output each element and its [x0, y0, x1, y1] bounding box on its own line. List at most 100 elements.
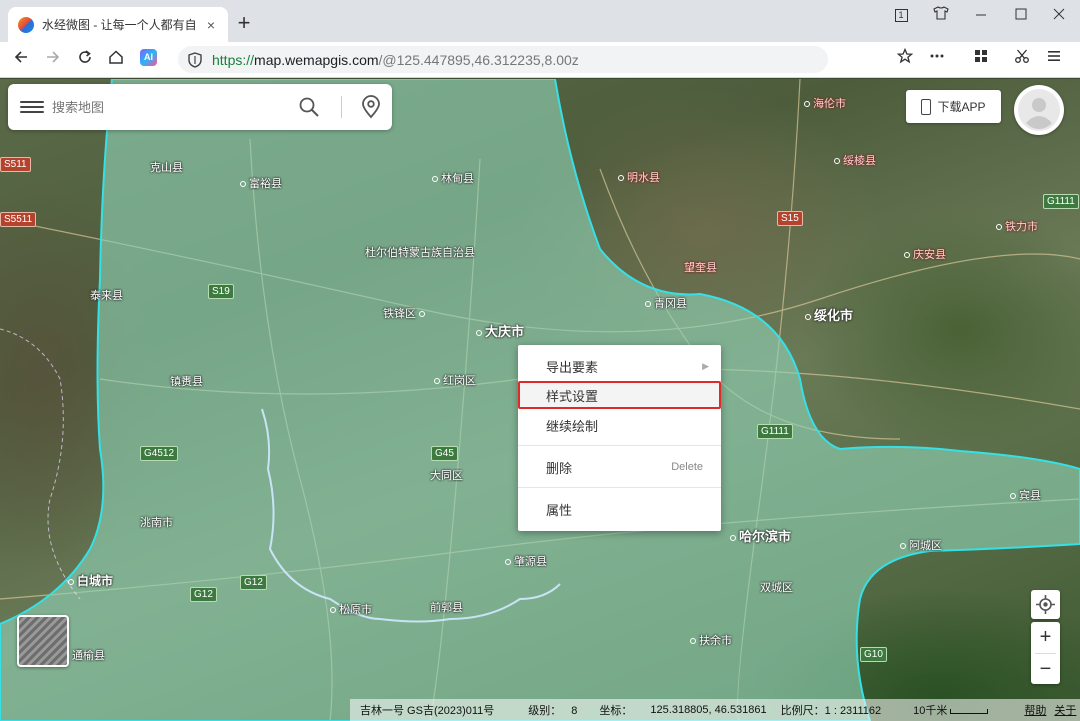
- submenu-arrow-icon: ▶: [702, 360, 709, 371]
- map-label-taonan[interactable]: 洮南市: [140, 514, 173, 530]
- menu-item-properties[interactable]: 属性: [518, 495, 721, 523]
- road-shield: S5511: [0, 212, 37, 227]
- more-horizontal-icon[interactable]: [925, 48, 949, 72]
- delete-shortcut: Delete: [671, 461, 703, 473]
- map-label-zhaoyuan[interactable]: 肇源县: [505, 553, 547, 569]
- road-shield: G1111: [1043, 194, 1079, 209]
- zoom-in-button[interactable]: +: [1031, 622, 1060, 653]
- map-label-fuyu-city[interactable]: 扶余市: [690, 632, 732, 648]
- map-label-dumeng[interactable]: 杜尔伯特蒙古族自治县: [365, 244, 475, 260]
- map-label-lindian[interactable]: 林甸县: [432, 170, 474, 186]
- zoom-out-button[interactable]: −: [1031, 654, 1060, 685]
- phone-icon: [921, 98, 932, 115]
- map-label-tongyu[interactable]: 通榆县: [72, 647, 105, 663]
- map-label-mingshui[interactable]: 明水县: [618, 169, 660, 185]
- zoom-level: 级别： 8: [528, 705, 578, 717]
- scale-ratio: 比例尺：1 : 2311162: [780, 705, 882, 717]
- search-input[interactable]: [52, 99, 282, 115]
- map-label-wangkui[interactable]: 望奎县: [684, 259, 717, 275]
- locate-button[interactable]: [1031, 590, 1060, 619]
- map-label-daqing[interactable]: 大庆市: [476, 321, 524, 340]
- apps-grid-icon[interactable]: [969, 48, 993, 72]
- map-label-acheng[interactable]: 阿城区: [900, 537, 942, 553]
- context-menu: 导出要素 ▶ 样式设置 继续绘制 删除 Delete 属性: [518, 345, 721, 531]
- road-shield: S15: [777, 211, 803, 226]
- road-shield: S19: [208, 284, 234, 299]
- home-icon[interactable]: [104, 48, 128, 72]
- road-shield: G12: [190, 587, 217, 602]
- new-tab-button[interactable]: +: [232, 12, 256, 34]
- map-label-zhenlai[interactable]: 镇赉县: [170, 373, 203, 389]
- map-label-baicheng[interactable]: 白城市: [68, 572, 113, 589]
- search-divider: [341, 96, 342, 118]
- zoom-control: + −: [1031, 622, 1060, 684]
- scale-bar: 10千米: [903, 702, 989, 718]
- tshirt-icon[interactable]: [929, 4, 953, 26]
- map-label-qianguo[interactable]: 前郭县: [430, 599, 463, 615]
- map-label-tailai[interactable]: 泰来县: [90, 287, 123, 303]
- url-text[interactable]: https://map.wemapgis.com/@125.447895,46.…: [212, 52, 579, 68]
- search-panel: [8, 84, 392, 130]
- search-icon[interactable]: [298, 96, 320, 118]
- map-label-tieli[interactable]: 铁力市: [996, 218, 1038, 234]
- menu-item-style-settings[interactable]: 样式设置: [518, 381, 721, 409]
- menu-item-delete[interactable]: 删除 Delete: [518, 453, 721, 481]
- user-avatar-icon: [1018, 89, 1060, 131]
- menu-divider: [518, 487, 721, 488]
- map-label-qinggang[interactable]: 庆安县: [904, 246, 946, 262]
- map-label-suiling[interactable]: 绥棱县: [834, 152, 876, 168]
- download-app-label: 下载APP: [937, 100, 986, 114]
- road-shield: G45: [431, 446, 458, 461]
- menu-item-export-features[interactable]: 导出要素 ▶: [518, 352, 721, 380]
- download-app-button[interactable]: 下载APP: [906, 90, 1001, 123]
- help-link[interactable]: 帮助: [1024, 702, 1046, 718]
- user-avatar[interactable]: [1014, 85, 1064, 135]
- menu-divider: [518, 445, 721, 446]
- ai-assistant-icon[interactable]: AI: [140, 49, 157, 66]
- tab-close-icon[interactable]: ×: [204, 17, 218, 33]
- scissors-icon[interactable]: [1010, 48, 1034, 72]
- site-favicon-icon: [18, 16, 34, 33]
- map-label-harbin[interactable]: 哈尔滨市: [730, 526, 791, 545]
- menu-icon[interactable]: [1042, 48, 1066, 72]
- layer-switcher-thumbnail[interactable]: [17, 615, 69, 667]
- close-window-icon[interactable]: [1047, 4, 1071, 26]
- security-shield-icon[interactable]: [188, 51, 202, 68]
- about-link[interactable]: 关于: [1054, 702, 1076, 718]
- map-label-qinggang2[interactable]: 青冈县: [645, 295, 687, 311]
- map-label-suihua[interactable]: 绥化市: [805, 305, 853, 324]
- road-shield: G1111: [757, 424, 793, 439]
- map-label-tiefeng[interactable]: 铁锋区: [383, 305, 428, 321]
- maximize-window-icon[interactable]: [1009, 4, 1033, 26]
- browser-tab[interactable]: 水经微图 - 让每一个人都有自 ×: [8, 7, 228, 42]
- map-status-bar: 吉林一号 GS吉(2023)011号 级别： 8 坐标： 125.318805, …: [350, 699, 1080, 721]
- coord-value: 125.318805, 46.531861: [650, 704, 767, 716]
- address-bar[interactable]: https://map.wemapgis.com/@125.447895,46.…: [178, 46, 828, 73]
- tab-title: 水经微图 - 让每一个人都有自: [42, 18, 197, 32]
- road-shield: G4512: [140, 446, 179, 461]
- browser-tab-bar: 水经微图 - 让每一个人都有自 × + 1: [0, 0, 1080, 42]
- road-shield: S511: [0, 157, 31, 172]
- imagery-source: 吉林一号 GS吉(2023)011号: [360, 705, 495, 717]
- coord-label: 坐标：: [599, 705, 633, 717]
- map-label-datong[interactable]: 大同区: [430, 467, 463, 483]
- map-label-honggang[interactable]: 红岗区: [434, 372, 476, 388]
- map-label-hailun[interactable]: 海伦市: [804, 95, 846, 111]
- menu-item-continue-drawing[interactable]: 继续绘制: [518, 411, 721, 439]
- road-shield: G10: [860, 647, 887, 662]
- map-label-bin[interactable]: 宾县: [1010, 487, 1041, 503]
- map-label-fuyu[interactable]: 富裕县: [240, 175, 282, 191]
- map-label-shuangcheng[interactable]: 双城区: [760, 579, 793, 595]
- forward-arrow-icon[interactable]: [41, 48, 65, 72]
- map-label-keshan[interactable]: 克山县: [150, 159, 183, 175]
- location-pin-icon[interactable]: [360, 95, 382, 119]
- back-arrow-icon[interactable]: [9, 48, 33, 72]
- locate-icon: [1036, 595, 1055, 614]
- tab-count-button[interactable]: 1: [889, 4, 913, 26]
- minimize-window-icon[interactable]: [969, 4, 993, 26]
- reload-icon[interactable]: [73, 48, 97, 72]
- bookmark-star-icon[interactable]: [893, 47, 917, 72]
- hamburger-menu-icon[interactable]: [20, 98, 44, 116]
- map-label-songyuan[interactable]: 松原市: [330, 601, 372, 617]
- road-shield: G12: [240, 575, 267, 590]
